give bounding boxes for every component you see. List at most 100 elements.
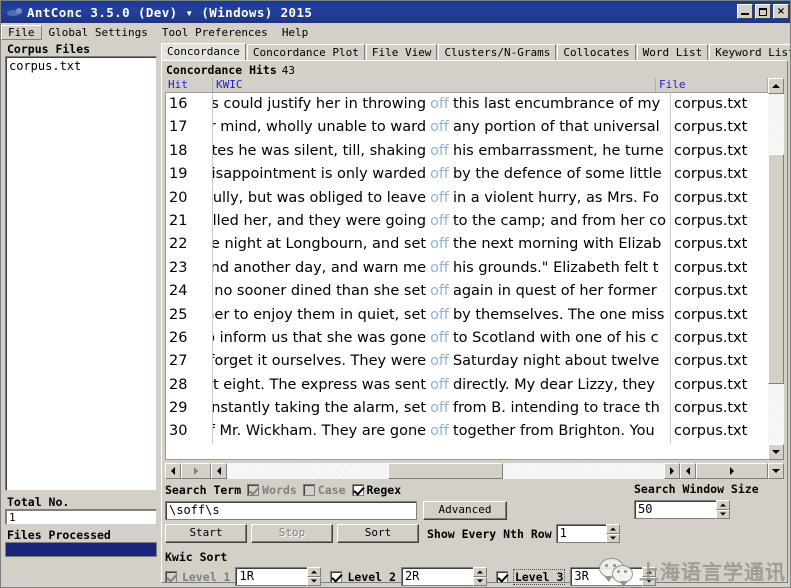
stepper-down-button[interactable] xyxy=(307,576,322,586)
table-row[interactable]: 21r called her, and they were goingoffto… xyxy=(166,209,783,234)
column-header-kwic[interactable]: KWIC xyxy=(213,78,656,92)
table-row[interactable]: 20re fully, but was obliged to leaveoffi… xyxy=(166,186,783,210)
level-3-checkbox[interactable] xyxy=(495,570,508,583)
level-3-stepper[interactable]: 3R xyxy=(570,567,657,586)
table-row[interactable]: 22 one night at Longbourn, and set off the … xyxy=(166,233,783,257)
kwic-hscroll-thumb[interactable] xyxy=(388,462,503,479)
stepper-down-button[interactable] xyxy=(472,576,487,586)
tab-concordance[interactable]: Concordance xyxy=(161,43,246,60)
regex-checkbox[interactable] xyxy=(351,484,364,496)
menu-item-tool-preferences[interactable]: Tool Preferences xyxy=(155,25,275,40)
show-every-nth-row-input[interactable]: 1 xyxy=(555,524,606,543)
kwic-scroll-right-button[interactable] xyxy=(664,462,680,479)
tab-concordance-plot[interactable]: Concordance Plot xyxy=(246,44,365,60)
case-checkbox[interactable] xyxy=(302,484,315,496)
tab-word-list[interactable]: Word List xyxy=(636,44,709,60)
hit-scroll-right-button[interactable] xyxy=(181,462,211,479)
stepper-down-button[interactable] xyxy=(642,576,657,586)
level-2-input[interactable]: 2R xyxy=(400,567,473,586)
stepper-up-button[interactable] xyxy=(605,524,620,534)
tab-keyword-list[interactable]: Keyword List xyxy=(709,44,790,60)
file-scroll-right-button[interactable] xyxy=(696,462,768,479)
list-item[interactable]: corpus.txt xyxy=(9,59,153,74)
level-2-label: Level 2 xyxy=(347,569,396,584)
table-row[interactable]: 30 -of Mr. Wickham. They are gone off toget… xyxy=(166,420,783,444)
level-3-spin-buttons[interactable] xyxy=(642,567,657,586)
corpus-file-list[interactable]: corpus.txt xyxy=(5,56,157,491)
stop-button[interactable]: Stop xyxy=(251,524,333,543)
kwic-hscroll-track-left[interactable] xyxy=(227,462,388,479)
case-checkbox-group[interactable]: Case xyxy=(302,483,346,497)
table-row[interactable]: 29o, instantly taking the alarm, setofff… xyxy=(166,397,783,421)
scroll-down-button[interactable] xyxy=(768,444,784,460)
corner-scroll-down-button[interactable] xyxy=(768,462,784,479)
menu-item-help[interactable]: Help xyxy=(275,25,316,40)
table-row[interactable]: 26, to inform us that she was gone off to … xyxy=(166,326,783,351)
show-every-nth-row-spin-buttons[interactable] xyxy=(605,524,620,543)
stepper-up-button[interactable] xyxy=(472,567,487,577)
column-header-file[interactable]: File xyxy=(656,78,768,92)
scroll-up-button[interactable] xyxy=(768,78,784,94)
stepper-up-button[interactable] xyxy=(307,567,322,577)
tab-collocates[interactable]: Collocates xyxy=(557,44,636,60)
file-scroll-left-button[interactable] xyxy=(680,462,696,479)
table-row[interactable]: 19 l disappointment is only warded off by t… xyxy=(166,163,783,187)
minimize-button[interactable] xyxy=(737,4,753,19)
table-row[interactable]: 17 her mind, wholly unable to ward off any … xyxy=(166,116,783,140)
level-1-input[interactable]: 1R xyxy=(235,567,308,586)
show-every-nth-row-stepper[interactable]: 1 xyxy=(555,524,620,543)
tab-file-view[interactable]: File View xyxy=(365,44,438,60)
kwic-horizontal-scrollbar[interactable] xyxy=(211,462,680,479)
cell-hit: 28 xyxy=(166,373,213,398)
table-row[interactable]: 16 ties could justify her in throwing off t… xyxy=(166,93,783,117)
file-column-scrollbar[interactable] xyxy=(680,462,784,479)
kwic-right-context: this last encumbrance of my xyxy=(452,96,661,112)
menu-item-global-settings[interactable]: Global Settings xyxy=(42,25,155,40)
kwic-scroll-left-button[interactable] xyxy=(211,462,227,479)
level-2-spin-buttons[interactable] xyxy=(472,567,487,586)
table-row[interactable]: 25 g her to enjoy them in quiet, set off by… xyxy=(166,303,783,327)
table-row[interactable]: 18inutes he was silent, till, shakingoff… xyxy=(166,139,783,164)
tab-clusters-ngrams[interactable]: Clusters/N-Grams xyxy=(438,44,557,60)
stepper-down-button[interactable] xyxy=(605,533,620,543)
table-row[interactable]: 24 ad no sooner dined than she set off agai… xyxy=(166,280,783,304)
maximize-button[interactable] xyxy=(755,4,771,19)
search-window-size-spin-buttons[interactable] xyxy=(716,500,730,519)
close-button[interactable]: × xyxy=(773,4,789,19)
level-2-checkbox[interactable] xyxy=(330,570,343,583)
start-button[interactable]: Start xyxy=(165,524,247,543)
stepper-down-button[interactable] xyxy=(716,509,730,519)
vscroll-track-lower[interactable] xyxy=(768,384,784,444)
kwic-node-word: off xyxy=(430,423,449,440)
stepper-up-button[interactable] xyxy=(642,567,657,577)
table-row[interactable]: 23 mind another day, and warn me off his gr… xyxy=(166,256,783,281)
level-1-checkbox[interactable] xyxy=(165,570,177,583)
chevron-up-icon xyxy=(311,570,318,574)
level-2-stepper[interactable]: 2R xyxy=(400,567,487,586)
chevron-up-icon xyxy=(720,503,726,507)
level-3-input[interactable]: 3R xyxy=(570,567,643,586)
cell-file: corpus.txt xyxy=(674,306,748,323)
search-window-size-input[interactable]: 50 xyxy=(634,500,716,519)
vertical-scrollbar[interactable] xyxy=(768,78,784,460)
sort-button[interactable]: Sort xyxy=(337,524,419,543)
table-row[interactable]: 27st forget it ourselves. They were off Sa… xyxy=(166,350,783,374)
column-header-hit[interactable]: Hit xyxy=(165,78,213,92)
vscroll-track-upper[interactable] xyxy=(768,94,784,154)
hit-column-scrollbar[interactable] xyxy=(165,462,211,479)
vscroll-thumb[interactable] xyxy=(768,154,784,384)
hit-scroll-left-button[interactable] xyxy=(165,462,181,479)
kwic-hscroll-track-right[interactable] xyxy=(503,462,664,479)
level-1-spin-buttons[interactable] xyxy=(307,567,322,586)
level-1-stepper[interactable]: 1R xyxy=(235,567,322,586)
regex-checkbox-group[interactable]: Regex xyxy=(351,483,401,497)
menu-item-file[interactable]: File xyxy=(1,24,42,40)
words-checkbox-group[interactable]: Words xyxy=(247,483,297,497)
table-row[interactable]: 28 g at eight. The express was sent off dir… xyxy=(166,373,783,398)
advanced-button[interactable]: Advanced xyxy=(423,501,507,520)
kwic-table-body[interactable]: 16 ties could justify her in throwing off t… xyxy=(165,93,784,460)
words-checkbox[interactable] xyxy=(247,484,260,496)
search-input[interactable]: \soff\s xyxy=(165,501,417,520)
search-window-size-stepper[interactable]: 50 xyxy=(634,500,730,519)
stepper-up-button[interactable] xyxy=(716,500,730,510)
